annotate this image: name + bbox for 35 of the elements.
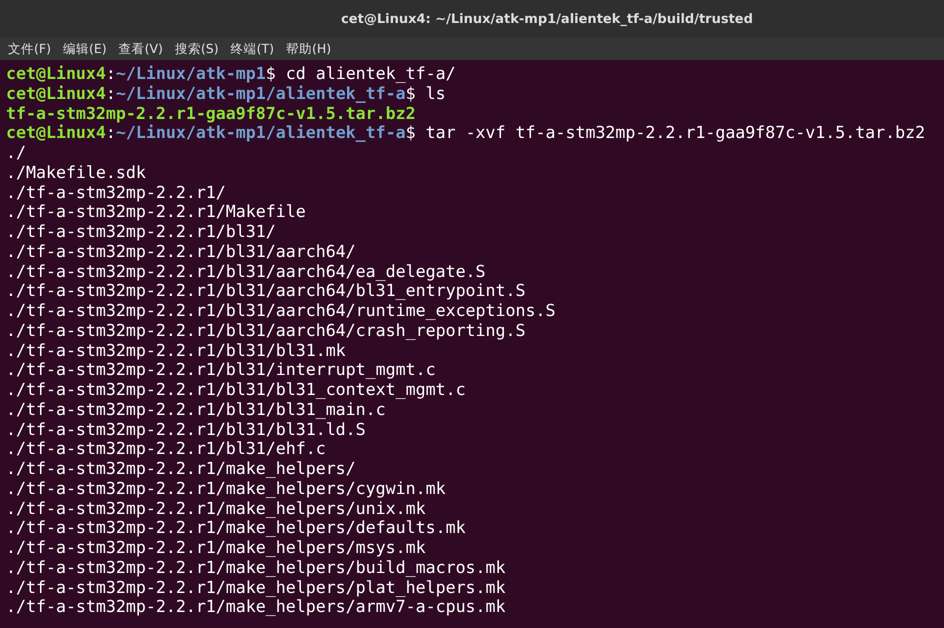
output-line: ./tf-a-stm32mp-2.2.r1/bl31/ehf.c	[6, 439, 327, 459]
output-line: ./tf-a-stm32mp-2.2.r1/make_helpers/cygwin.mk	[6, 478, 447, 498]
output-line: ./tf-a-stm32mp-2.2.r1/bl31/bl31_main.c	[6, 400, 387, 420]
output-line: ./tf-a-stm32mp-2.2.r1/bl31/aarch64/crash_reporting.S	[6, 320, 526, 340]
output-line: ./tf-a-stm32mp-2.2.r1/bl31/bl31_context_mgmt.c	[6, 380, 467, 400]
output-line: ./tf-a-stm32mp-2.2.r1/bl31/bl31.ld.S	[6, 420, 367, 440]
output-line: ./tf-a-stm32mp-2.2.r1/Makefile	[6, 202, 307, 222]
prompt-line: cet@Linux4:~/Linux/atk-mp1$ cd alientek_tf-a/	[6, 64, 457, 84]
menu-item[interactable]: 文件(F)	[8, 40, 51, 58]
output-line: ./	[6, 143, 27, 163]
output-line: ./tf-a-stm32mp-2.2.r1/bl31/bl31.mk	[6, 340, 347, 360]
file-name: tf-a-stm32mp-2.2.r1-gaa9f87c-v1.5.tar.bz2	[6, 104, 417, 124]
menu-item[interactable]: 帮助(H)	[286, 40, 332, 58]
prompt-line: cet@Linux4:~/Linux/atk-mp1/alientek_tf-a$ ls	[6, 84, 447, 104]
output-line: ./Makefile.sdk	[6, 162, 147, 182]
output-line: ./tf-a-stm32mp-2.2.r1/bl31/aarch64/runtime_exceptions.S	[6, 301, 556, 321]
menu-item[interactable]: 终端(T)	[230, 40, 274, 58]
output-line: ./tf-a-stm32mp-2.2.r1/make_helpers/	[6, 459, 357, 479]
menu-item[interactable]: 搜索(S)	[174, 40, 219, 58]
output-line: ./tf-a-stm32mp-2.2.r1/make_helpers/unix.mk	[6, 498, 427, 518]
output-line: ./tf-a-stm32mp-2.2.r1/	[6, 182, 227, 202]
output-line: ./tf-a-stm32mp-2.2.r1/bl31/interrupt_mgmt.c	[6, 360, 437, 380]
output-line: ./tf-a-stm32mp-2.2.r1/bl31/aarch64/	[6, 242, 357, 262]
menu-item[interactable]: 编辑(E)	[62, 40, 107, 58]
prompt-line: cet@Linux4:~/Linux/atk-mp1/alientek_tf-a$ tar -xvf tf-a-stm32mp-2.2.r1-gaa9f87c-v1.5.tar.bz2	[6, 123, 926, 143]
output-line: ./tf-a-stm32mp-2.2.r1/make_helpers/build_macros.mk	[6, 558, 507, 578]
output-line: ./tf-a-stm32mp-2.2.r1/make_helpers/armv7-a-cpus.mk	[6, 597, 507, 617]
output-line: ./tf-a-stm32mp-2.2.r1/bl31/	[6, 222, 277, 242]
menu-item[interactable]: 查看(V)	[118, 40, 163, 58]
output-line: ./tf-a-stm32mp-2.2.r1/make_helpers/defaults.mk	[6, 518, 467, 538]
output-line: ./tf-a-stm32mp-2.2.r1/make_helpers/msys.mk	[6, 538, 427, 558]
output-line: ./tf-a-stm32mp-2.2.r1/bl31/aarch64/ea_delegate.S	[6, 262, 487, 282]
output-line: ./tf-a-stm32mp-2.2.r1/make_helpers/plat_helpers.mk	[6, 578, 507, 598]
window-title: cet@Linux4: ~/Linux/atk-mp1/alientek_tf-a/build/trusted	[341, 12, 753, 26]
output-line: ./tf-a-stm32mp-2.2.r1/bl31/aarch64/bl31_entrypoint.S	[6, 281, 526, 301]
